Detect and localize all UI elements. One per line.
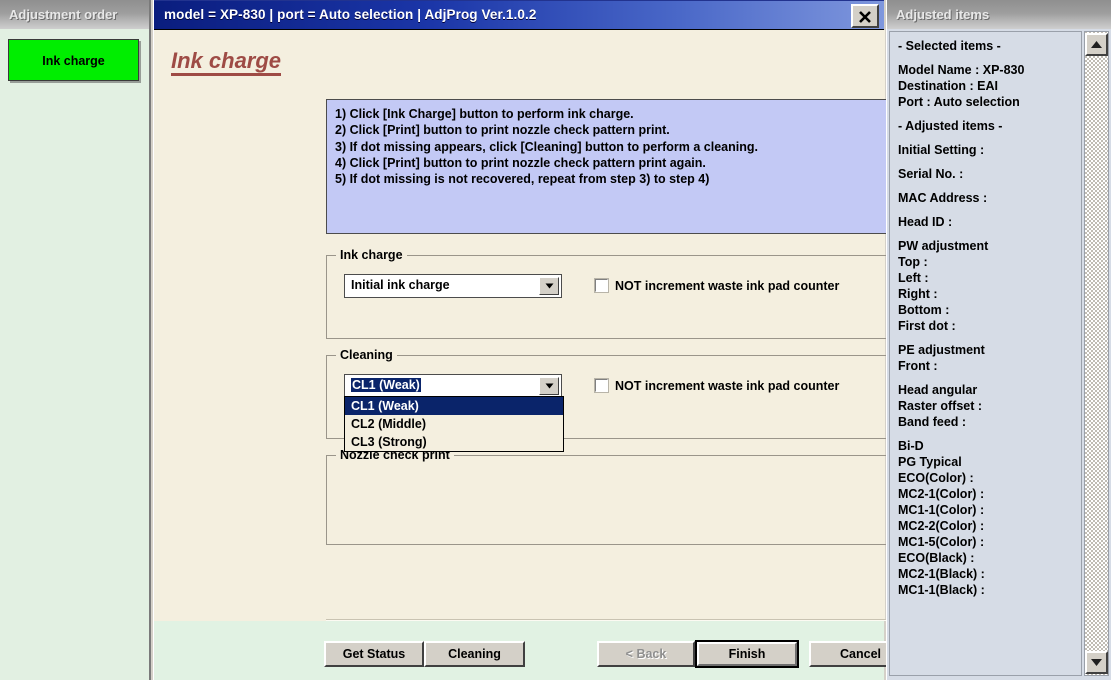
adjusted-items-line: MC2-1(Color) : — [898, 487, 985, 501]
adjusted-items-panel: Adjusted items - Selected items - Model N… — [886, 0, 1111, 680]
sidebar-title: Adjustment order — [0, 0, 149, 29]
app-window: Adjustment order Ink charge model = XP-8… — [0, 0, 1111, 680]
cleaning-no-increment-checkbox[interactable] — [594, 378, 609, 393]
chevron-down-icon — [545, 383, 553, 389]
ink-charge-select-value: Initial ink charge — [351, 278, 450, 292]
adjusted-items-line: MAC Address : — [898, 191, 988, 205]
window-title: model = XP-830 | port = Auto selection |… — [164, 7, 537, 22]
adjusted-items-line: Band feed : — [898, 415, 967, 429]
adjusted-items-spacer — [898, 430, 1081, 438]
adjusted-items-line: Model Name : XP-830 — [898, 63, 1025, 77]
cleaning-select-value: CL1 (Weak) — [351, 378, 421, 392]
get-status-button[interactable]: Get Status — [324, 641, 424, 667]
window-titlebar: model = XP-830 | port = Auto selection |… — [154, 0, 884, 30]
adjusted-items-line: Right : — [898, 287, 938, 301]
adjusted-items-spacer — [898, 110, 1081, 118]
adjusted-items-spacer — [898, 182, 1081, 190]
adjusted-items-line: Head angular — [898, 383, 978, 397]
ink-charge-no-increment-label: NOT increment waste ink pad counter — [615, 279, 840, 293]
scroll-up-button[interactable] — [1085, 33, 1108, 56]
scroll-down-button[interactable] — [1085, 651, 1108, 674]
adjusted-items-line: Initial Setting : — [898, 143, 985, 157]
back-button-label: < Back — [625, 647, 667, 661]
adjusted-items-spacer — [898, 334, 1081, 342]
adjusted-items-line: - Adjusted items - — [898, 119, 1003, 133]
sidebar: Adjustment order Ink charge — [0, 0, 151, 680]
adjusted-items-line: Left : — [898, 271, 929, 285]
adjusted-items-line: Serial No. : — [898, 167, 964, 181]
chevron-down-icon — [545, 283, 553, 289]
cleaning-select-dropdown[interactable]: CL1 (Weak) CL2 (Middle) CL3 (Strong) — [344, 396, 564, 452]
adjusted-items-spacer — [898, 374, 1081, 382]
adjusted-items-line: Raster offset : — [898, 399, 983, 413]
adjusted-items-line: MC1-1(Black) : — [898, 583, 985, 597]
adjusted-items-line: ECO(Black) : — [898, 551, 975, 565]
adjusted-items-list: - Selected items - Model Name : XP-830 Des… — [889, 31, 1082, 676]
adjusted-items-line: Bi-D — [898, 439, 924, 453]
adjusted-items-line: Destination : EAI — [898, 79, 999, 93]
finish-button-label: Finish — [728, 647, 766, 661]
adjusted-items-line: MC2-2(Color) : — [898, 519, 985, 533]
sidebar-body: Ink charge — [0, 29, 149, 91]
adjusted-items-spacer — [898, 158, 1081, 166]
page-title: Ink charge — [171, 49, 282, 77]
chevron-down-icon — [1091, 659, 1102, 666]
adjusted-items-line: Head ID : — [898, 215, 953, 229]
get-status-button-label: Get Status — [342, 647, 406, 661]
close-button[interactable] — [851, 4, 879, 28]
ink-charge-group-label: Ink charge — [336, 248, 407, 262]
adjusted-items-line: Top : — [898, 255, 928, 269]
cleaning-option-cl3[interactable]: CL3 (Strong) — [345, 433, 563, 451]
adjusted-items-line: - Selected items - — [898, 39, 1001, 53]
cleaning-no-increment-label: NOT increment waste ink pad counter — [615, 379, 840, 393]
adjusted-items-line: PW adjustment — [898, 239, 989, 253]
adjusted-items-spacer — [898, 230, 1081, 238]
chevron-up-icon — [1091, 41, 1102, 48]
adjusted-items-scrollbar[interactable] — [1084, 31, 1109, 676]
ink-charge-no-increment-row[interactable]: NOT increment waste ink pad counter — [594, 278, 840, 293]
footer-cleaning-button-label: Cleaning — [448, 647, 501, 661]
adjusted-items-line: MC1-1(Color) : — [898, 503, 985, 517]
adjusted-items-title: Adjusted items — [887, 0, 1111, 29]
ink-charge-no-increment-checkbox[interactable] — [594, 278, 609, 293]
back-button: < Back — [597, 641, 695, 667]
footer-cleaning-button[interactable]: Cleaning — [424, 641, 525, 667]
adjusted-items-line: Bottom : — [898, 303, 950, 317]
adjusted-items-spacer — [898, 134, 1081, 142]
adjusted-items-line: ECO(Color) : — [898, 471, 974, 485]
adjusted-items-spacer — [898, 206, 1081, 214]
ink-charge-select-arrow[interactable] — [539, 277, 559, 295]
cleaning-option-cl2[interactable]: CL2 (Middle) — [345, 415, 563, 433]
main-window: model = XP-830 | port = Auto selection |… — [153, 0, 1022, 680]
cleaning-no-increment-row[interactable]: NOT increment waste ink pad counter — [594, 378, 840, 393]
adjusted-items-line: PE adjustment — [898, 343, 985, 357]
adjusted-items-line: Front : — [898, 359, 938, 373]
adjusted-items-line: PG Typical — [898, 455, 962, 469]
cleaning-option-cl1[interactable]: CL1 (Weak) — [345, 397, 563, 415]
adjusted-items-spacer — [898, 54, 1081, 62]
cleaning-group-label: Cleaning — [336, 348, 397, 362]
adjusted-items-line: First dot : — [898, 319, 956, 333]
cleaning-select-arrow[interactable] — [539, 377, 559, 395]
finish-button[interactable]: Finish — [695, 640, 799, 668]
adjusted-items-line: Port : Auto selection — [898, 95, 1020, 109]
ink-charge-select[interactable]: Initial ink charge — [344, 274, 562, 298]
close-icon — [859, 11, 871, 23]
cleaning-select[interactable]: CL1 (Weak) — [344, 374, 562, 398]
adjusted-items-line: MC2-1(Black) : — [898, 567, 985, 581]
sidebar-item-ink-charge[interactable]: Ink charge — [8, 39, 139, 81]
adjusted-items-line: MC1-5(Color) : — [898, 535, 985, 549]
